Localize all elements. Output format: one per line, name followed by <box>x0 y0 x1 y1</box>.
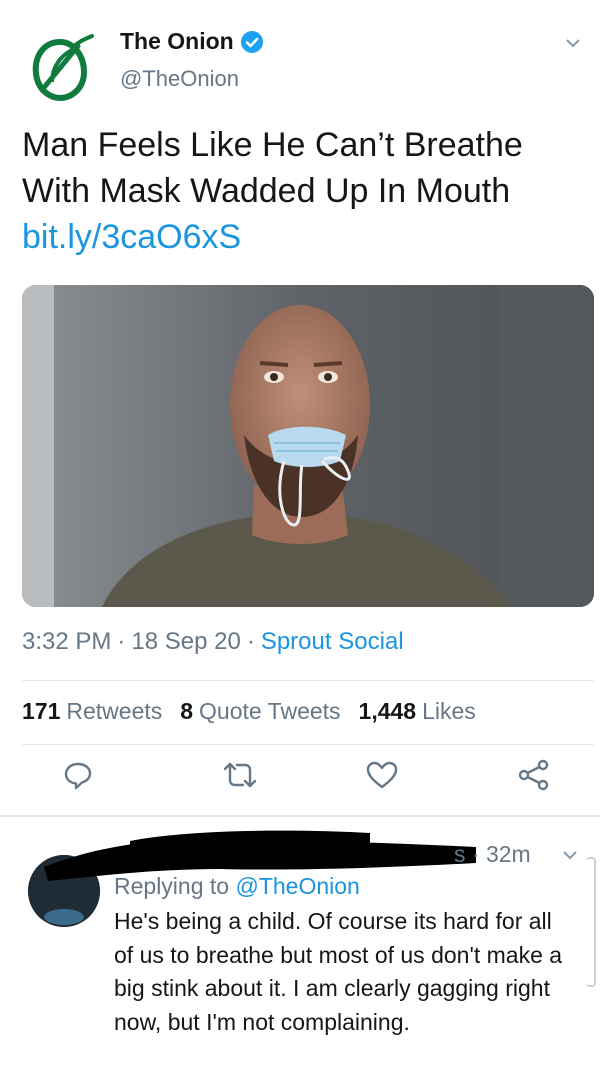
tweet-link[interactable]: bit.ly/3caO6xS <box>22 214 582 260</box>
reply-icon <box>64 762 92 790</box>
share-button[interactable] <box>514 755 554 795</box>
reply-time: s · 32m <box>454 841 531 867</box>
tweet-text: Man Feels Like He Can’t Breathe With Mas… <box>22 122 582 260</box>
account-name-text[interactable]: The Onion <box>120 28 234 55</box>
account-handle[interactable]: @TheOnion <box>120 66 239 92</box>
replying-to: Replying to @TheOnion <box>114 873 360 900</box>
divider <box>22 680 594 681</box>
tweet-headline: Man Feels Like He Can’t Breathe With Mas… <box>22 126 523 210</box>
retweet-button[interactable] <box>220 755 260 795</box>
like-button[interactable] <box>362 755 402 795</box>
tweet-media-image[interactable] <box>22 285 594 607</box>
likes-count: 1,448 <box>358 698 417 724</box>
tweet-date: 18 Sep 20 <box>131 628 241 655</box>
likes-stat[interactable]: 1,448 Likes <box>359 698 476 725</box>
man-with-mask-photo <box>22 285 594 607</box>
divider <box>22 744 594 745</box>
quote-tweets-stat[interactable]: 8 Quote Tweets <box>180 698 340 725</box>
retweets-stat[interactable]: 171 Retweets <box>22 698 162 725</box>
quote-tweets-count: 8 <box>180 698 194 724</box>
tweet-time: 3:32 PM <box>22 628 112 655</box>
scroll-edge <box>586 857 596 987</box>
account-name[interactable]: The Onion <box>120 28 264 55</box>
tweet-stats: 171 Retweets 8 Quote Tweets 1,448 Likes <box>22 698 476 725</box>
chevron-down-icon[interactable] <box>564 34 582 52</box>
chevron-down-icon[interactable] <box>562 847 578 863</box>
meta-separator: · <box>117 628 126 655</box>
retweet-icon <box>223 762 257 788</box>
verified-badge-icon <box>240 30 263 53</box>
tweet-actions <box>0 755 600 805</box>
reply-tweet[interactable]: s · 32m Replying to @TheOnion He's being… <box>0 817 600 1067</box>
retweets-count: 171 <box>22 698 61 724</box>
reply-button[interactable] <box>58 755 98 795</box>
share-icon <box>518 759 549 791</box>
retweets-label: Retweets <box>66 698 163 724</box>
reply-text: He's being a child. Of course its hard f… <box>114 908 563 1035</box>
quote-tweets-label: Quote Tweets <box>199 698 341 724</box>
likes-label: Likes <box>422 698 476 724</box>
replying-prefix: Replying to <box>114 873 230 899</box>
tweet-source[interactable]: Sprout Social <box>261 628 404 656</box>
meta-separator: · <box>246 628 255 655</box>
replying-handle[interactable]: @TheOnion <box>235 873 359 899</box>
tweet-meta: 3:32 PM · 18 Sep 20 · Sprout Social <box>22 628 404 656</box>
onion-logo[interactable] <box>22 30 98 106</box>
tweet-header: The Onion @TheOnion <box>0 0 600 120</box>
like-icon <box>366 761 398 789</box>
